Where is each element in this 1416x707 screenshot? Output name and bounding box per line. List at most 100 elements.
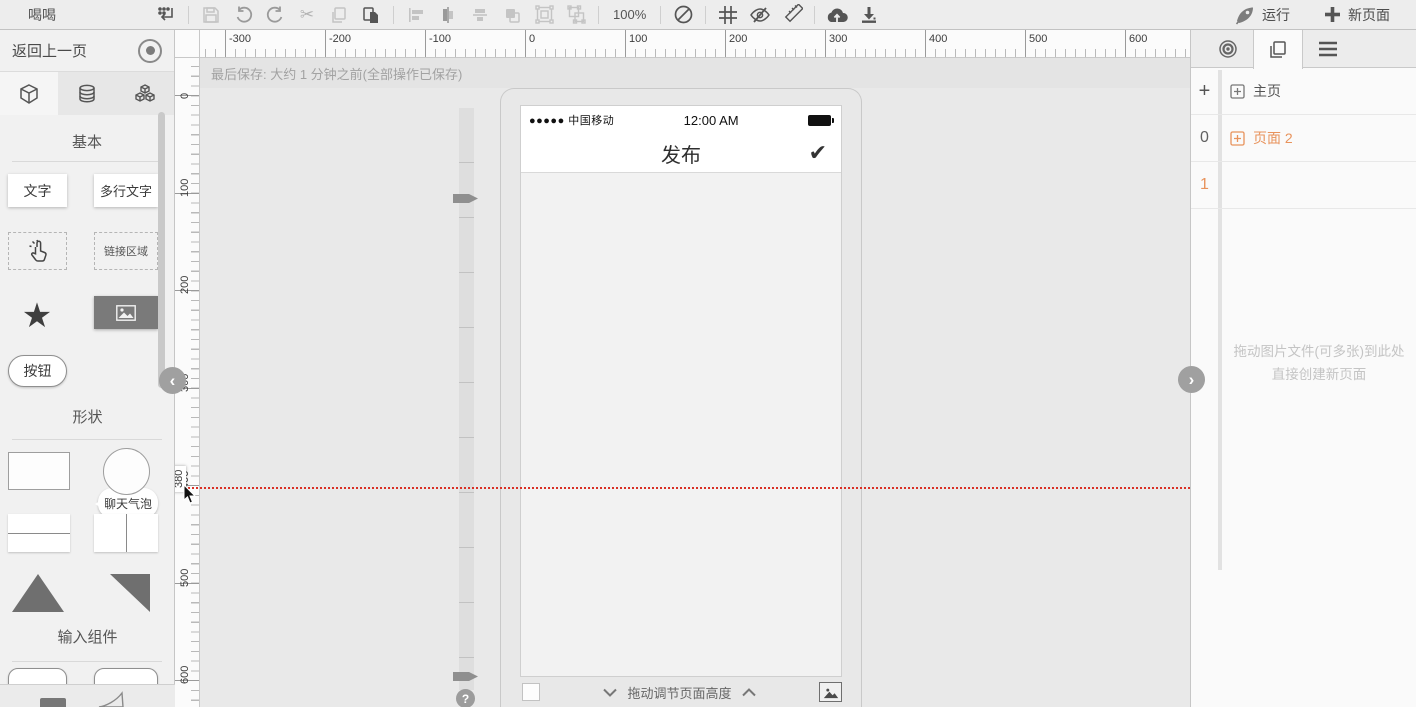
save-icon[interactable]	[195, 0, 227, 29]
tap-hand-icon	[27, 239, 49, 263]
align-center-vertical-icon[interactable]	[432, 0, 464, 29]
page-index: 1	[1191, 176, 1218, 194]
align-left-icon[interactable]	[400, 0, 432, 29]
collapse-sidebar-button[interactable]: ‹	[159, 367, 186, 394]
page-image-button[interactable]	[819, 682, 842, 702]
new-page-label: 新页面	[1348, 5, 1390, 25]
slider-handle-bottom[interactable]	[452, 668, 480, 685]
page-item-page2[interactable]: 页面 2	[1230, 128, 1293, 148]
ruler-corner	[175, 30, 200, 58]
chevron-right-icon: ›	[1189, 370, 1195, 390]
horizontal-ruler[interactable]: -300-200-1000100200300400500600	[200, 30, 1190, 58]
chevron-left-icon: ‹	[170, 371, 176, 391]
drag-height-label[interactable]: 拖动调节页面高度	[627, 683, 731, 702]
image-icon	[823, 686, 839, 699]
group-icon[interactable]	[528, 0, 560, 29]
page-plus-icon	[1230, 131, 1245, 146]
drop-hint-line2: 直接创建新页面	[1221, 363, 1416, 386]
page-row[interactable]: 1	[1191, 162, 1416, 209]
tab-block-library[interactable]	[116, 72, 174, 115]
component-link-area[interactable]: 链接区域	[94, 232, 158, 270]
status-time: 12:00 AM	[614, 113, 808, 128]
check-icon[interactable]: ✔	[809, 140, 827, 166]
shape-circle[interactable]	[103, 448, 150, 495]
download-icon[interactable]	[853, 0, 885, 29]
divider	[12, 439, 162, 440]
shape-horizontal-line[interactable]	[8, 514, 70, 552]
battery-icon	[808, 115, 831, 126]
back-row: 返回上一页	[0, 30, 174, 72]
tab-target[interactable]	[1203, 30, 1253, 68]
chevron-up-icon[interactable]	[742, 688, 756, 697]
guide-line[interactable]	[185, 487, 1190, 489]
page-index: 0	[1191, 129, 1218, 147]
phone-mockup[interactable]: ●●●●● 中国移动 12:00 AM 发布 ✔ 拖动调节页面高度	[500, 88, 862, 707]
section-inputs-title: 输入组件	[0, 626, 175, 647]
cube-icon	[18, 83, 40, 105]
distribute-horizontal-icon[interactable]	[464, 0, 496, 29]
slider-handle-top[interactable]	[452, 190, 480, 207]
component-hotspot[interactable]	[8, 232, 67, 270]
section-basic-title: 基本	[0, 131, 174, 152]
component-button[interactable]: 按钮	[8, 355, 67, 387]
component-image[interactable]	[94, 296, 158, 329]
sidebar-scrollbar[interactable]	[158, 112, 165, 388]
tab-data-components[interactable]	[58, 72, 116, 115]
shape-vertical-divider[interactable]	[94, 514, 158, 552]
ungroup-icon[interactable]	[560, 0, 592, 29]
components-sidebar: 返回上一页 基本 文字 多行文字	[0, 30, 175, 707]
rotate-disabled-icon[interactable]	[667, 0, 699, 29]
line-glyph	[126, 514, 127, 552]
zoom-level[interactable]: 100%	[605, 7, 654, 22]
page-content[interactable]	[521, 173, 841, 676]
line-glyph	[8, 533, 70, 534]
page-title: 发布	[661, 139, 701, 168]
bullseye-icon	[1218, 39, 1238, 59]
sidebar-tabs	[0, 72, 174, 115]
collapse-right-panel-button[interactable]: ›	[1178, 366, 1205, 393]
page-row[interactable]: + 主页	[1191, 68, 1416, 115]
shape-rectangle[interactable]	[8, 452, 70, 490]
phone-screen[interactable]: ●●●●● 中国移动 12:00 AM 发布 ✔	[520, 105, 842, 677]
paste-icon[interactable]	[355, 0, 387, 29]
toolbar-separator	[393, 6, 394, 24]
page-item-home[interactable]: 主页	[1230, 81, 1281, 101]
page-option-checkbox[interactable]	[522, 683, 540, 701]
add-page-button[interactable]: +	[1191, 80, 1218, 103]
plus-icon	[1324, 6, 1341, 23]
component-star[interactable]: ★	[15, 294, 59, 338]
undo-icon[interactable]	[227, 0, 259, 29]
help-glyph: ?	[462, 692, 469, 706]
chevron-down-icon[interactable]	[603, 688, 617, 697]
ruler-icon[interactable]	[776, 0, 808, 29]
tab-menu[interactable]	[1303, 30, 1353, 68]
copy-icon[interactable]	[323, 0, 355, 29]
new-page-button[interactable]: 新页面	[1324, 5, 1390, 25]
help-button[interactable]: ?	[456, 689, 475, 707]
pages-icon	[1268, 40, 1288, 60]
component-multiline-text[interactable]: 多行文字	[94, 174, 158, 207]
tab-pages[interactable]	[1253, 30, 1303, 69]
toolbar-separator	[598, 6, 599, 24]
drop-hint-line1: 拖动图片文件(可多张)到此处	[1221, 340, 1416, 363]
cut-icon[interactable]: ✂	[291, 0, 323, 29]
cloud-upload-icon[interactable]	[821, 0, 853, 29]
run-button[interactable]: 运行	[1235, 5, 1290, 25]
shape-triangle[interactable]	[12, 572, 64, 614]
tab-basic-components[interactable]	[0, 72, 58, 115]
page-height-bar: 拖动调节页面高度	[501, 677, 861, 707]
grid-icon[interactable]	[712, 0, 744, 29]
back-to-previous-page-link[interactable]: 返回上一页	[12, 40, 87, 61]
target-icon[interactable]	[138, 39, 162, 63]
page-row[interactable]: 0 页面 2	[1191, 115, 1416, 162]
components-panel-toggle-icon[interactable]	[150, 0, 182, 29]
component-text[interactable]: 文字	[8, 174, 67, 207]
canvas-area[interactable]: 最后保存: 大约 1 分钟之前(全部操作已保存) ●●●●● 中国移动 12:0…	[175, 30, 1190, 707]
hide-layers-icon[interactable]	[744, 0, 776, 29]
status-bar: ●●●●● 中国移动 12:00 AM	[521, 106, 841, 134]
right-panel-tabs	[1191, 30, 1416, 68]
pages-panel: + 主页 0 页面 2 1 拖动图片文件(可多张)到此处 直接创建新页面	[1190, 30, 1416, 707]
layers-icon[interactable]	[496, 0, 528, 29]
redo-icon[interactable]	[259, 0, 291, 29]
shape-right-triangle[interactable]	[108, 572, 152, 614]
